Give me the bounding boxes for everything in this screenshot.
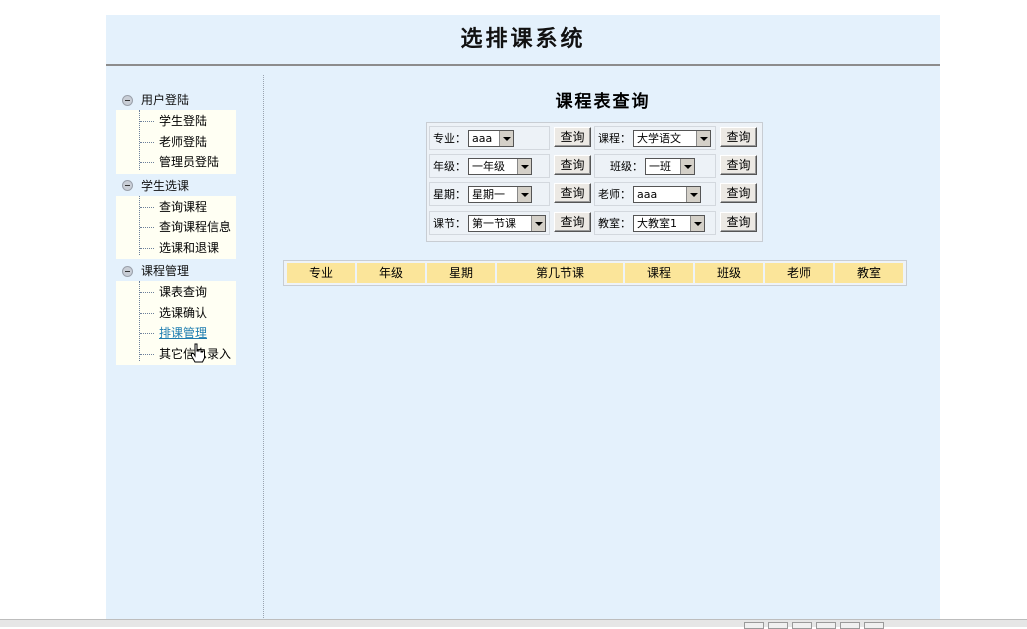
grade-select[interactable]: 一年级 [468,157,532,175]
course-select[interactable]: 大学语文 [633,129,711,147]
filter-room: 教室： 大教室1 [594,211,716,235]
nav-item-teacher-login[interactable]: 老师登陆 [116,132,236,153]
nav-item-schedule-query[interactable]: 课表查询 [116,282,236,303]
dropdown-arrow-icon[interactable] [499,130,513,146]
query-room-button[interactable]: 查询 [720,212,757,232]
collapse-icon[interactable] [122,94,133,106]
collapse-icon[interactable] [122,265,133,277]
hand-pointer-icon [191,343,205,363]
nav-item-scheduling[interactable]: 排课管理 [116,323,236,344]
major-select[interactable]: aaa [468,129,514,147]
nav-group-label: 学生选课 [141,178,190,193]
nav-group-header[interactable]: 学生选课 [116,176,241,196]
column-header: 课程 [625,263,693,283]
nav-item-other-info[interactable]: 其它信息录入 [116,344,236,365]
sidebar-divider [263,75,264,626]
column-header: 班级 [695,263,763,283]
column-header: 老师 [765,263,833,283]
column-header: 第几节课 [497,263,623,283]
query-period-button[interactable]: 查询 [554,212,591,232]
nav-group-course-selection: 学生选课 查询课程 查询课程信息 选课和退课 [116,176,241,259]
query-grade-button[interactable]: 查询 [554,155,591,175]
query-major-button[interactable]: 查询 [554,127,591,147]
dropdown-arrow-icon[interactable] [517,186,531,202]
nav-group-label: 课程管理 [141,264,190,278]
dropdown-arrow-icon[interactable] [686,186,700,202]
filter-label: 专业： [433,132,466,145]
filter-grade: 年级： 一年级 [429,154,550,178]
nav-group-header[interactable]: 课程管理 [116,261,241,281]
filter-major: 专业： aaa [429,126,550,150]
nav-item-query-courses[interactable]: 查询课程 [116,197,236,218]
filter-label: 年级： [433,160,466,173]
nav-group-user-login: 用户登陆 学生登陆 老师登陆 管理员登陆 [116,90,241,174]
weekday-select[interactable]: 星期一 [468,185,532,203]
nav-item-student-login[interactable]: 学生登陆 [116,111,236,132]
column-header: 年级 [357,263,425,283]
filter-class: 班级： 一班 [594,154,716,178]
filter-label: 老师： [598,188,631,201]
nav-group-header[interactable]: 用户登陆 [116,90,241,110]
nav-item-select-drop[interactable]: 选课和退课 [116,238,236,259]
nav-group-items: 查询课程 查询课程信息 选课和退课 [116,195,236,259]
collapse-icon[interactable] [122,180,133,191]
filter-label: 班级： [610,160,643,173]
column-header: 专业 [287,263,355,283]
dropdown-arrow-icon[interactable] [680,158,694,174]
filter-weekday: 星期： 星期一 [429,182,550,206]
teacher-select[interactable]: aaa [633,185,701,203]
sidebar-nav: 用户登陆 学生登陆 老师登陆 管理员登陆 学生选课 查询课程 查询课程信息 选课… [116,90,241,365]
class-select[interactable]: 一班 [645,157,695,175]
nav-group-course-management: 课程管理 课表查询 选课确认 排课管理 其它信息录入 [116,261,241,365]
query-class-button[interactable]: 查询 [720,155,757,175]
page-title: 课程表查询 [555,92,651,112]
app-title: 选排课系统 [460,26,586,52]
filter-label: 教室： [598,217,631,230]
column-header: 星期 [427,263,495,283]
query-form: 专业： aaa 查询 课程： 大学语文 查询 年级： 一年级 查询 班级： 一班… [426,122,763,242]
nav-group-label: 用户登陆 [141,93,190,107]
dropdown-arrow-icon[interactable] [696,130,710,146]
filter-label: 课节： [433,217,466,230]
filter-course: 课程： 大学语文 [594,126,716,150]
nav-item-admin-login[interactable]: 管理员登陆 [116,152,236,173]
app-frame: 选排课系统 用户登陆 学生登陆 老师登陆 管理员登陆 学生选课 查询课程 查询课… [106,15,940,626]
column-header: 教室 [835,263,903,283]
filter-period: 课节： 第一节课 [429,211,550,235]
dropdown-arrow-icon[interactable] [517,158,531,174]
dropdown-arrow-icon[interactable] [531,215,545,231]
query-weekday-button[interactable]: 查询 [554,183,591,203]
nav-item-selection-confirm[interactable]: 选课确认 [116,303,236,324]
filter-teacher: 老师： aaa [594,182,716,206]
filter-label: 星期： [433,188,466,201]
app-header: 选排课系统 [106,15,940,66]
dropdown-arrow-icon[interactable] [690,215,704,231]
results-table: 专业 年级 星期 第几节课 课程 班级 老师 教室 [283,260,907,286]
query-teacher-button[interactable]: 查询 [720,183,757,203]
filter-label: 课程： [598,132,631,145]
period-select[interactable]: 第一节课 [468,214,546,232]
nav-item-query-course-info[interactable]: 查询课程信息 [116,217,236,238]
room-select[interactable]: 大教室1 [633,214,705,232]
nav-group-items: 学生登陆 老师登陆 管理员登陆 [116,110,236,174]
nav-group-items: 课表查询 选课确认 排课管理 其它信息录入 [116,281,236,365]
query-course-button[interactable]: 查询 [720,127,757,147]
